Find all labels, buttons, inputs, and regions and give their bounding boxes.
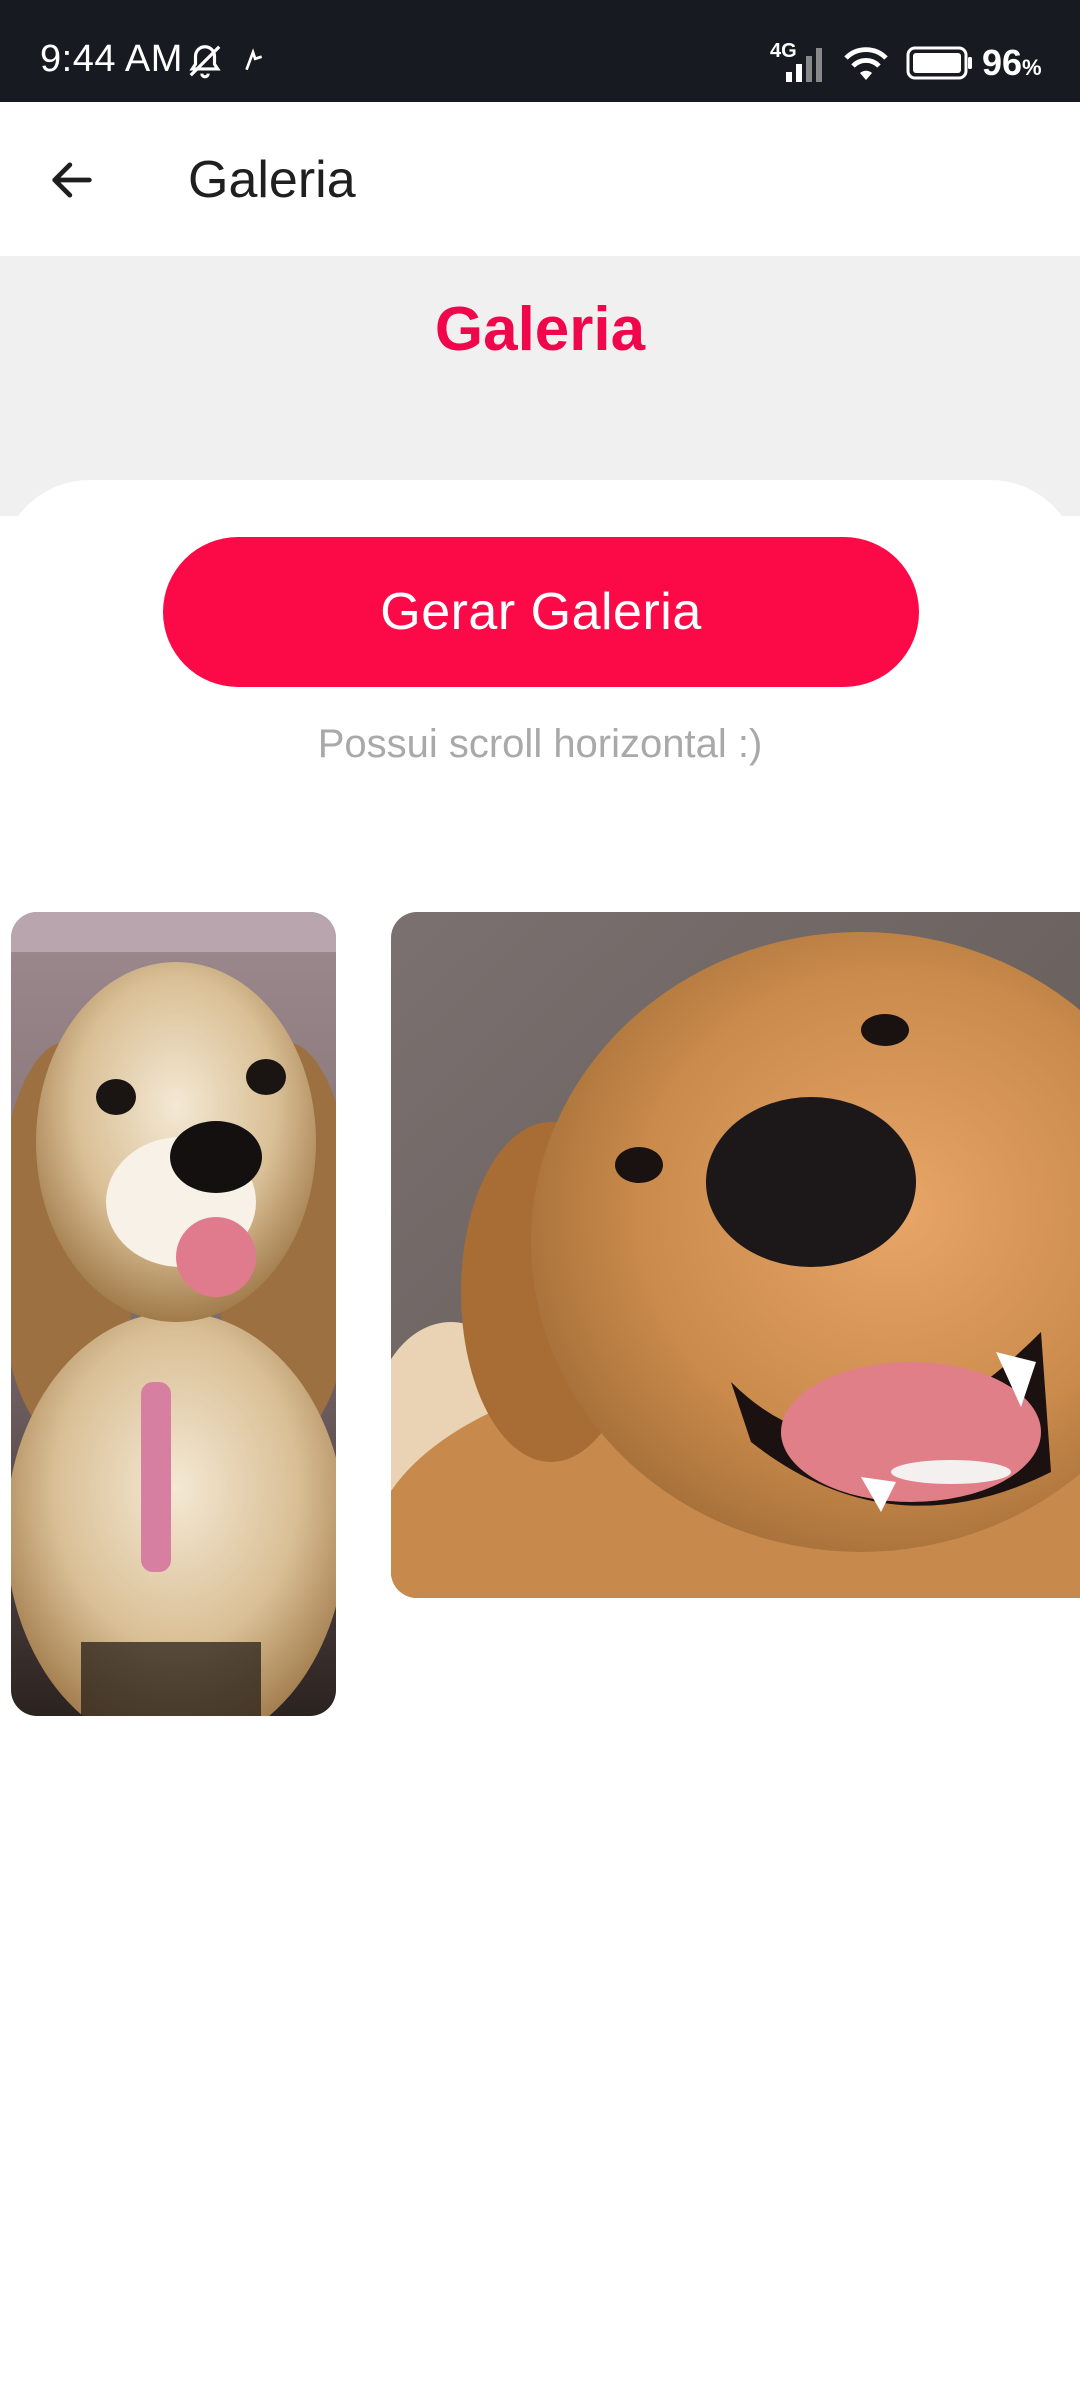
app-notification-icon (245, 48, 263, 71)
battery-level: 96% (982, 42, 1042, 83)
gallery-scroll[interactable] (0, 900, 1080, 1740)
scroll-hint-text: Possui scroll horizontal :) (317, 722, 763, 766)
status-time: 9:44 AM (40, 38, 183, 80)
arrow-back-icon (52, 162, 92, 198)
golden-retriever-photo (391, 912, 1080, 1598)
gallery-image-golden-retriever[interactable] (391, 912, 1080, 1598)
cellular-signal-icon (786, 48, 822, 82)
header-area: Galeria (0, 256, 1080, 516)
app-bar-title: Galeria (188, 151, 356, 209)
gallery-image-cocker-spaniel[interactable] (11, 912, 336, 1716)
wifi-icon (844, 47, 888, 80)
back-button[interactable] (30, 138, 114, 222)
notifications-off-icon (189, 45, 221, 79)
status-bar: 9:44 AM 4G 96% (0, 0, 1080, 102)
battery-icon (906, 46, 972, 80)
generate-gallery-button[interactable]: Gerar Galeria (163, 537, 919, 687)
app-bar: Galeria (0, 102, 1080, 256)
cocker-spaniel-photo (11, 912, 336, 1716)
page-title: Galeria (434, 295, 646, 364)
